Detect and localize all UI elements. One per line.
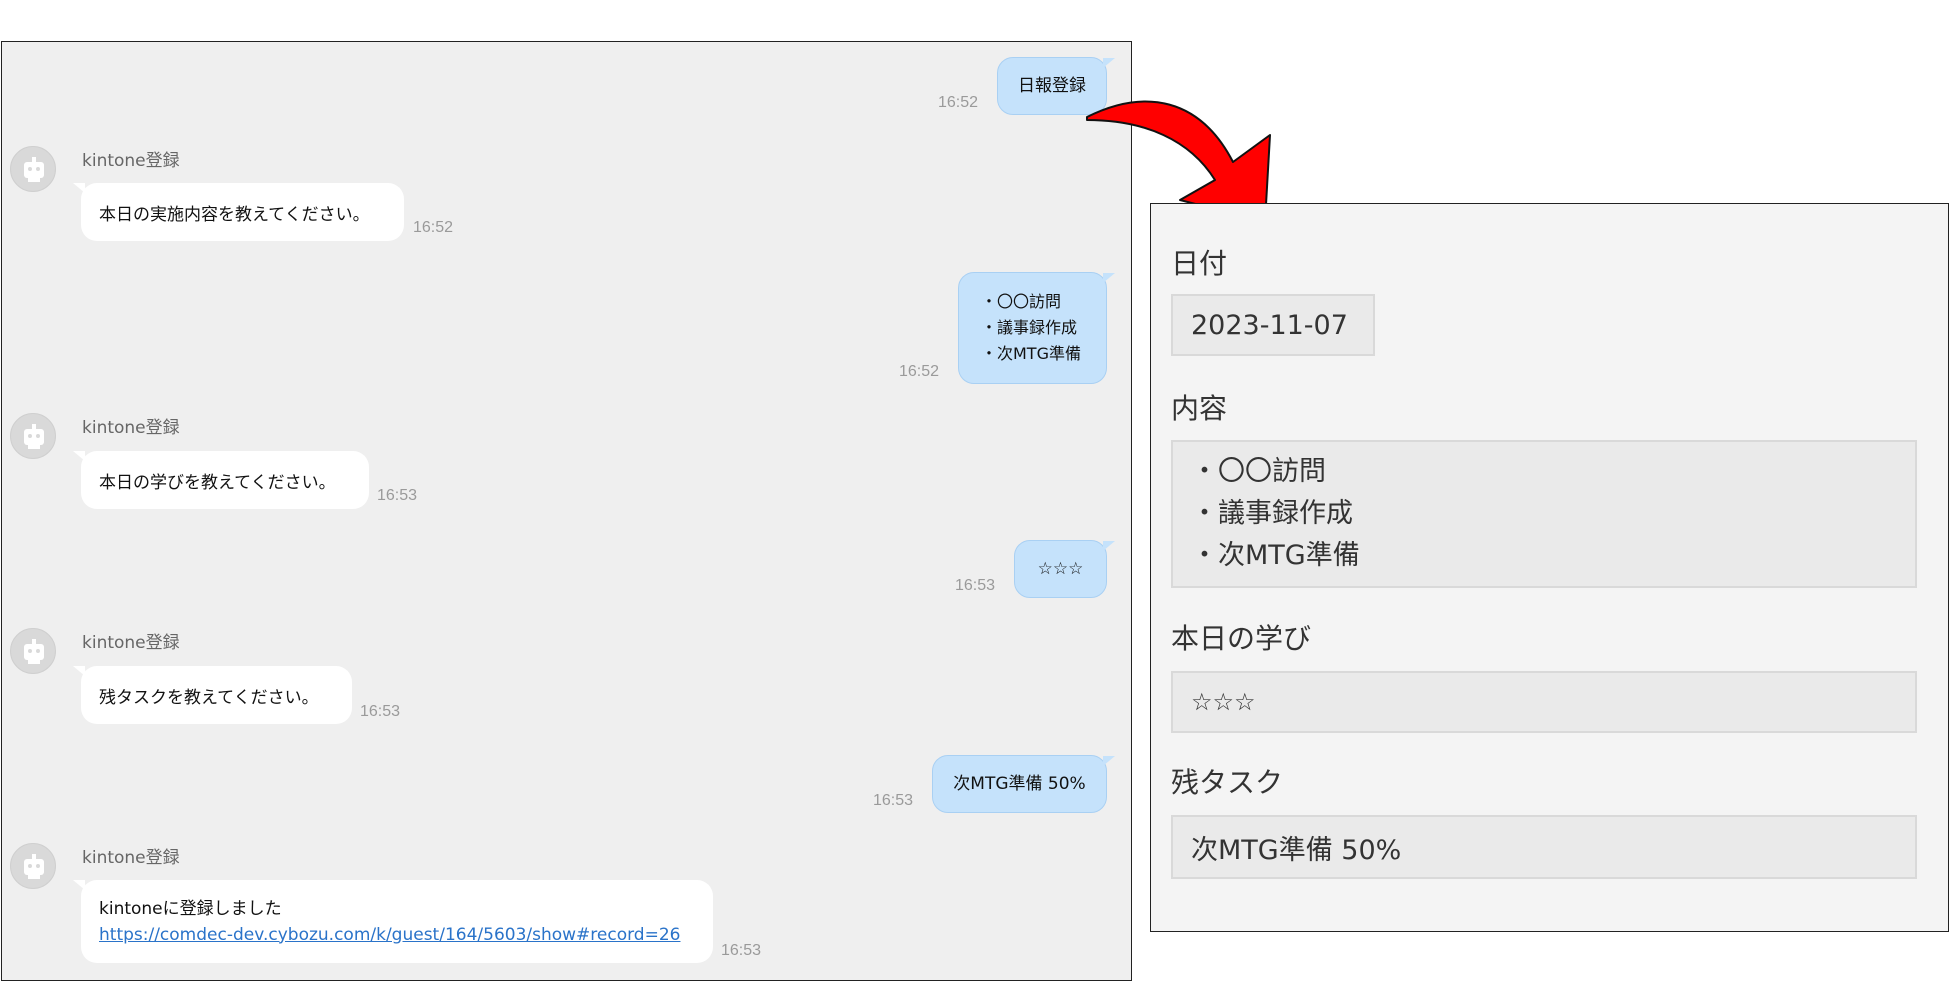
- message-text: 本日の学びを教えてください。: [99, 472, 336, 493]
- bot-avatar: [10, 628, 56, 674]
- bot-avatar: [10, 146, 56, 192]
- field-label-date: 日付: [1171, 247, 1228, 280]
- field-label-learning: 本日の学び: [1171, 622, 1312, 655]
- field-value-content: ・〇〇訪問 ・議事録作成 ・次MTG準備: [1171, 440, 1917, 588]
- bot-message-bubble: 本日の学びを教えてください。: [73, 451, 369, 509]
- user-message-bubble: 次MTG準備 50%: [932, 755, 1115, 813]
- field-value-learning: ☆☆☆: [1171, 671, 1917, 733]
- bot-name: kintone登録: [82, 418, 180, 438]
- content-line: ・議事録作成: [1191, 498, 1353, 529]
- bot-avatar: [10, 843, 56, 889]
- field-value-remaining-tasks: 次MTG準備 50%: [1171, 815, 1917, 879]
- robot-icon: [24, 424, 44, 449]
- message-time: 16:53: [360, 703, 401, 720]
- message-text: 残タスクを教えてください。: [99, 687, 319, 708]
- message-line: ・〇〇訪問: [981, 292, 1062, 311]
- robot-icon: [24, 157, 44, 182]
- field-value-date: 2023-11-07: [1171, 294, 1375, 356]
- bot-name: kintone登録: [82, 151, 180, 171]
- bot-name: kintone登録: [82, 633, 180, 653]
- message-text: 次MTG準備 50%: [953, 774, 1086, 794]
- bot-name: kintone登録: [82, 848, 180, 868]
- field-label-content: 内容: [1171, 392, 1228, 425]
- bot-message-bubble: 本日の実施内容を教えてください。: [73, 183, 404, 241]
- message-time: 16:52: [413, 219, 454, 236]
- message-line: ・議事録作成: [981, 318, 1078, 337]
- message-text: 日報登録: [1018, 76, 1086, 96]
- bot-message-bubble: 残タスクを教えてください。: [73, 666, 352, 724]
- bot-message-bubble: kintoneに登録しました https://comdec-dev.cybozu…: [73, 880, 713, 963]
- chat-panel: 日報登録 16:52 kintone登録 本日の実施内容を教えてください。 16…: [1, 41, 1132, 981]
- message-time: 16:52: [899, 363, 940, 380]
- record-link[interactable]: https://comdec-dev.cybozu.com/k/guest/16…: [99, 922, 680, 948]
- message-time: 16:53: [873, 792, 914, 809]
- message-text: 本日の実施内容を教えてください。: [99, 204, 370, 225]
- kintone-record-panel: 日付 2023-11-07 内容 ・〇〇訪問 ・議事録作成 ・次MTG準備 本日…: [1150, 203, 1949, 932]
- robot-icon: [24, 639, 44, 664]
- content-line: ・〇〇訪問: [1191, 456, 1326, 487]
- message-time: 16:53: [721, 942, 762, 959]
- message-time: 16:52: [938, 94, 979, 111]
- message-text: ☆☆☆: [1037, 559, 1084, 579]
- user-message-bubble: ・〇〇訪問 ・議事録作成 ・次MTG準備: [958, 272, 1115, 384]
- message-time: 16:53: [955, 577, 996, 594]
- field-label-remaining-tasks: 残タスク: [1171, 766, 1284, 799]
- robot-icon: [24, 854, 44, 879]
- message-time: 16:53: [377, 487, 418, 504]
- bot-avatar: [10, 413, 56, 459]
- user-message-bubble: ☆☆☆: [1014, 540, 1115, 598]
- message-text: kintoneに登録しました: [99, 898, 282, 919]
- content-line: ・次MTG準備: [1191, 540, 1360, 571]
- message-line: ・次MTG準備: [981, 344, 1081, 363]
